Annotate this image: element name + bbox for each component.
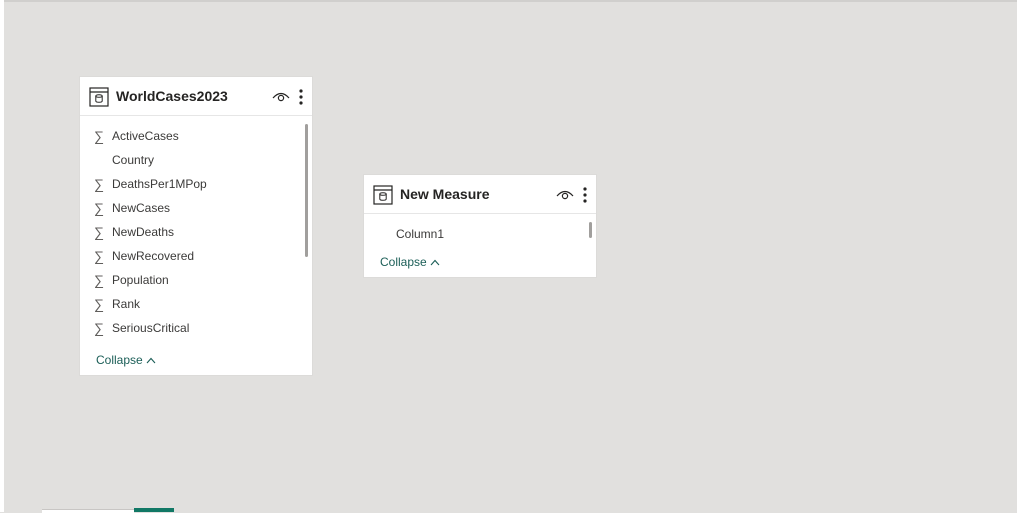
field-label: NewDeaths (112, 225, 175, 239)
chevron-up-icon (430, 259, 440, 265)
field-label: Population (112, 273, 169, 287)
table-icon (373, 185, 393, 205)
table-card-worldcases2023[interactable]: WorldCases2023 ∑ ActiveCases Country ∑ D… (80, 77, 312, 375)
more-options-icon[interactable] (298, 88, 304, 106)
eye-icon[interactable] (272, 90, 290, 104)
field-item[interactable]: ∑ ActiveCases (89, 126, 179, 146)
sigma-icon: ∑ (94, 176, 104, 192)
eye-icon[interactable] (556, 188, 574, 202)
field-label: NewCases (112, 201, 171, 215)
page-tab-active-indicator[interactable] (134, 508, 174, 512)
field-label: Rank (112, 297, 141, 311)
scrollbar[interactable] (589, 222, 592, 238)
collapse-label: Collapse (380, 255, 427, 269)
sigma-icon: ∑ (94, 224, 104, 240)
table-title: New Measure (400, 186, 490, 202)
collapse-label: Collapse (96, 353, 143, 367)
field-item[interactable]: ∑ NewRecovered (89, 246, 194, 266)
field-item[interactable]: ∑ DeathsPer1MPop (89, 174, 207, 194)
more-options-icon[interactable] (582, 186, 588, 204)
table-card-header[interactable]: WorldCases2023 (80, 77, 312, 116)
field-label: NewRecovered (112, 249, 195, 263)
sigma-icon: ∑ (94, 296, 104, 312)
left-edge (0, 0, 4, 512)
collapse-button[interactable]: Collapse (380, 255, 440, 269)
field-item[interactable]: ∑ NewDeaths (89, 222, 174, 242)
sigma-icon: ∑ (94, 200, 104, 216)
chevron-up-icon (146, 357, 156, 363)
collapse-button[interactable]: Collapse (96, 353, 156, 367)
top-border (0, 0, 1017, 2)
field-item[interactable]: ∑ Population (89, 270, 169, 290)
field-item[interactable]: Column1 (373, 224, 444, 244)
scrollbar[interactable] (305, 124, 308, 257)
sigma-icon: ∑ (94, 248, 104, 264)
table-title: WorldCases2023 (116, 88, 228, 104)
table-icon (89, 87, 109, 107)
field-label: DeathsPer1MPop (112, 177, 207, 191)
field-item[interactable]: ∑ SeriousCritical (89, 318, 189, 338)
field-label: Column1 (396, 227, 445, 241)
table-card-new-measure[interactable]: New Measure Column1 Collapse (364, 175, 596, 277)
field-item[interactable]: Country (89, 150, 154, 170)
sigma-icon: ∑ (94, 320, 104, 336)
sigma-icon: ∑ (94, 128, 104, 144)
field-item[interactable]: ∑ Rank (89, 294, 140, 314)
field-label: SeriousCritical (112, 321, 190, 335)
field-item[interactable]: ∑ NewCases (89, 198, 170, 218)
field-label: Country (112, 153, 155, 167)
table-card-header[interactable]: New Measure (364, 175, 596, 214)
page-tab[interactable] (42, 509, 134, 513)
sigma-icon: ∑ (94, 272, 104, 288)
field-label: ActiveCases (112, 129, 179, 143)
